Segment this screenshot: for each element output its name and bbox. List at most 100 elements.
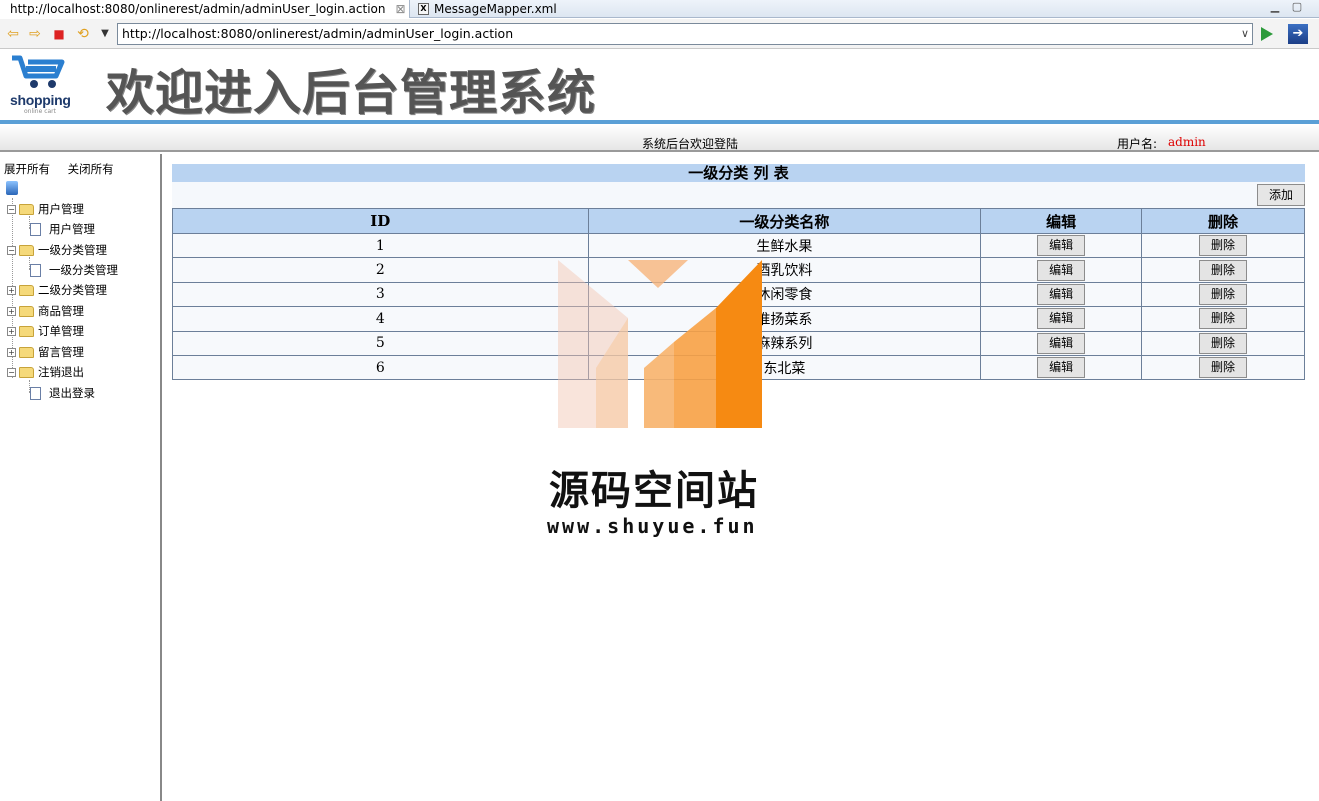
folder-icon xyxy=(19,305,34,317)
address-bar-text: http://localhost:8080/onlinerest/admin/a… xyxy=(122,26,514,41)
add-button[interactable]: 添加 xyxy=(1257,184,1305,206)
cell-delete: 删除 xyxy=(1141,281,1305,308)
page-icon xyxy=(30,386,41,400)
column-header-delete: 删除 xyxy=(1141,208,1305,234)
sidebar-item-user-mgmt-page[interactable]: 用户管理 xyxy=(0,220,95,238)
cell-edit: 编辑 xyxy=(980,232,1143,259)
cell-delete: 删除 xyxy=(1141,330,1305,356)
table-row: 4 淮扬菜系 编辑 删除 xyxy=(172,306,1305,332)
edit-button[interactable]: 编辑 xyxy=(1037,332,1086,354)
edit-button[interactable]: 编辑 xyxy=(1037,259,1086,281)
close-tab-icon[interactable]: ⊠ xyxy=(396,2,406,16)
minimize-icon[interactable]: ▁ xyxy=(1268,0,1282,16)
expand-icon[interactable]: + xyxy=(7,326,16,336)
delete-button[interactable]: 删除 xyxy=(1199,259,1248,281)
folder-open-icon xyxy=(19,244,34,256)
delete-button[interactable]: 删除 xyxy=(1199,357,1248,379)
expand-icon[interactable]: + xyxy=(7,347,16,357)
cell-name: 东北菜 xyxy=(587,354,982,381)
xml-tab-title: MessageMapper.xml xyxy=(434,2,557,16)
page-icon xyxy=(30,263,41,277)
collapse-icon[interactable]: − xyxy=(7,245,16,255)
maximize-icon[interactable]: ▢ xyxy=(1290,0,1304,16)
delete-button[interactable]: 删除 xyxy=(1199,308,1248,330)
sidebar-item-label: 一级分类管理 xyxy=(49,263,118,277)
browser-tab[interactable]: http://localhost:8080/onlinerest/admin/a… xyxy=(0,0,410,18)
cell-name: 麻辣系列 xyxy=(587,330,982,356)
toolbar: 添加 xyxy=(172,182,1305,208)
edit-button[interactable]: 编辑 xyxy=(1037,308,1086,330)
sidebar-item-label: 退出登录 xyxy=(49,386,95,400)
go-icon[interactable] xyxy=(1261,27,1273,41)
sidebar-item-product-mgmt[interactable]: + 商品管理 xyxy=(7,302,84,320)
refresh-icon[interactable]: ⟲ xyxy=(74,25,92,43)
cell-id: 1 xyxy=(172,232,589,259)
logo-text: shopping xyxy=(10,92,71,108)
collapse-icon[interactable]: − xyxy=(7,204,16,214)
back-icon[interactable]: ⇦ xyxy=(4,25,22,43)
column-header-name: 一级分类名称 xyxy=(587,208,982,234)
table-row: 5 麻辣系列 编辑 删除 xyxy=(172,330,1305,356)
sidebar-item-category-mgmt[interactable]: − 一级分类管理 xyxy=(7,241,107,259)
expand-all-link[interactable]: 展开所有 xyxy=(4,162,50,176)
cell-edit: 编辑 xyxy=(980,306,1143,332)
list-title: 一级分类 列 表 xyxy=(172,164,1305,182)
sidebar-item-user-mgmt[interactable]: − 用户管理 xyxy=(7,200,84,218)
sidebar-item-logout-group[interactable]: − 注销退出 xyxy=(7,363,84,381)
table-row: 3 休闲零食 编辑 删除 xyxy=(172,281,1305,308)
page-icon xyxy=(30,222,41,236)
welcome-text: 系统后台欢迎登陆 xyxy=(642,137,739,151)
cell-edit: 编辑 xyxy=(980,281,1143,308)
username-label: 用户名: xyxy=(1117,137,1158,151)
cell-name: 休闲零食 xyxy=(587,281,982,308)
sidebar-item-message-mgmt[interactable]: + 留言管理 xyxy=(7,343,84,361)
sidebar-item-label: 商品管理 xyxy=(38,304,84,318)
xml-file-icon: X xyxy=(418,3,429,15)
computer-icon xyxy=(6,181,18,195)
sidebar-item-label: 用户管理 xyxy=(49,222,95,236)
logo-subtext: online cart xyxy=(24,108,57,115)
expand-icon[interactable]: + xyxy=(7,306,16,316)
delete-button[interactable]: 删除 xyxy=(1199,283,1248,305)
sidebar-item-label: 二级分类管理 xyxy=(38,283,107,297)
stop-icon[interactable]: ■ xyxy=(50,25,68,43)
sidebar-item-label: 注销退出 xyxy=(38,365,84,379)
tree-controls: 展开所有 关闭所有 xyxy=(4,161,128,177)
table-row: 6 东北菜 编辑 删除 xyxy=(172,354,1305,381)
collapse-all-link[interactable]: 关闭所有 xyxy=(68,162,114,176)
cell-delete: 删除 xyxy=(1141,354,1305,381)
cell-edit: 编辑 xyxy=(980,257,1143,283)
sidebar-item-category-mgmt-page[interactable]: 一级分类管理 xyxy=(0,261,118,279)
chevron-down-icon[interactable]: ∨ xyxy=(1241,24,1249,44)
folder-icon xyxy=(19,284,34,296)
page-title: 欢迎进入后台管理系统 xyxy=(106,65,597,121)
cell-delete: 删除 xyxy=(1141,306,1305,332)
expand-icon[interactable]: + xyxy=(7,285,16,295)
cell-delete: 删除 xyxy=(1141,257,1305,283)
collapse-icon[interactable]: − xyxy=(7,367,16,377)
address-bar[interactable]: http://localhost:8080/onlinerest/admin/a… xyxy=(117,23,1253,45)
cell-id: 6 xyxy=(172,354,589,381)
folder-open-icon xyxy=(19,366,34,378)
cell-id: 4 xyxy=(172,306,589,332)
xml-file-tab[interactable]: X MessageMapper.xml xyxy=(412,0,572,18)
sidebar-item-subcategory-mgmt[interactable]: + 二级分类管理 xyxy=(7,281,107,299)
sidebar-item-order-mgmt[interactable]: + 订单管理 xyxy=(7,322,84,340)
watermark-url: www.shuyue.fun xyxy=(547,514,758,538)
edit-button[interactable]: 编辑 xyxy=(1037,283,1086,305)
delete-button[interactable]: 删除 xyxy=(1199,235,1248,257)
history-dropdown-icon[interactable]: ▼ xyxy=(96,25,114,43)
header-divider xyxy=(0,120,1319,124)
forward-icon[interactable]: ⇨ xyxy=(26,25,44,43)
edit-button[interactable]: 编辑 xyxy=(1037,357,1086,379)
cell-name: 生鲜水果 xyxy=(587,232,982,259)
status-bar: 系统后台欢迎登陆 用户名: admin xyxy=(0,125,1319,152)
delete-button[interactable]: 删除 xyxy=(1199,332,1248,354)
cell-id: 5 xyxy=(172,330,589,356)
edit-button[interactable]: 编辑 xyxy=(1037,235,1086,257)
table-row: 2 酒乳饮料 编辑 删除 xyxy=(172,257,1305,283)
table-header-row: ID 一级分类名称 编辑 删除 xyxy=(172,208,1305,234)
sidebar-item-logout[interactable]: 退出登录 xyxy=(0,384,95,402)
sidebar-tree: 展开所有 关闭所有 − 用户管理 用户管理 − 一级分类管理 一级分类管理 + … xyxy=(0,154,162,801)
open-external-icon[interactable]: ➔ xyxy=(1288,24,1308,44)
